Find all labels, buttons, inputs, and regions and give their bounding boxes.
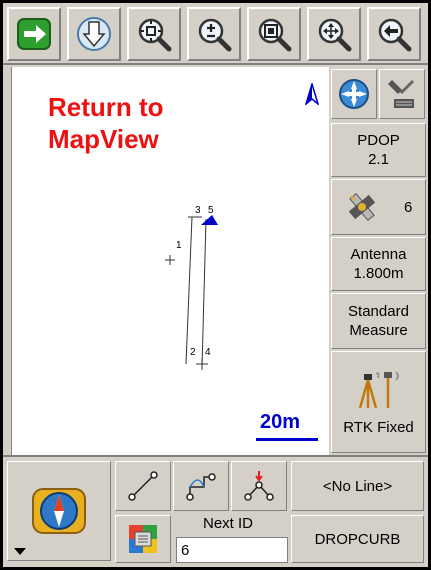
insert-vertex-icon <box>244 471 274 501</box>
magnifier-plus-minus-icon <box>198 18 232 52</box>
download-button[interactable] <box>67 7 121 61</box>
rtk-status-indicator[interactable]: RTK Fixed <box>331 351 426 453</box>
point-label-4: 4 <box>205 347 211 358</box>
zoom-extents-button[interactable] <box>127 7 181 61</box>
point-label-3: 3 <box>195 205 201 216</box>
feature-code-label: DROPCURB <box>314 530 401 548</box>
bottom-toolbar: <No Line> Next ID DROPCURB <box>3 455 428 567</box>
code-list-button[interactable] <box>115 515 171 563</box>
back-button[interactable] <box>367 7 421 61</box>
magnifier-extents-icon <box>138 18 172 52</box>
next-id-label: Next ID <box>203 515 254 532</box>
line-select-dropdown[interactable]: <No Line> <box>291 461 424 511</box>
navigation-button[interactable] <box>7 461 111 561</box>
polyline-curve-icon <box>186 473 216 501</box>
zoom-window-button[interactable] <box>247 7 301 61</box>
crosshair-target-icon <box>339 79 369 109</box>
satellite-tools-icon <box>387 79 415 108</box>
point-marker-4 <box>196 358 208 370</box>
draw-line-button[interactable] <box>115 461 171 511</box>
satellite-count-indicator[interactable]: 6 <box>331 179 426 235</box>
magnifier-back-arrow-icon <box>378 18 412 52</box>
magnifier-window-icon <box>258 18 292 52</box>
color-code-list-icon <box>129 525 157 553</box>
pan-button[interactable] <box>307 7 361 61</box>
pdop-indicator[interactable]: PDOP 2.1 <box>331 123 426 177</box>
rtk-status-label: RTK Fixed <box>343 418 414 436</box>
top-toolbar <box>3 3 428 65</box>
antenna-label: Antenna <box>350 246 407 263</box>
pdop-value: 2.1 <box>368 151 389 168</box>
antenna-height-indicator[interactable]: Antenna 1.800m <box>331 237 426 291</box>
map-view[interactable]: Return to MapView 1 2 3 4 5 20m <box>11 67 329 455</box>
satellite-icon <box>348 192 375 222</box>
return-arrow-button[interactable] <box>7 7 61 61</box>
measure-mode-button[interactable]: Standard Measure <box>331 293 426 349</box>
next-id-input[interactable] <box>176 537 288 563</box>
pdop-label: PDOP <box>357 132 400 149</box>
green-right-arrow-icon <box>17 18 51 50</box>
survey-line-2 <box>201 218 207 368</box>
antenna-height: 1.800m <box>353 265 404 282</box>
line-segment-icon <box>128 471 158 501</box>
magnifier-pan-icon <box>318 18 352 52</box>
current-position-icon <box>201 215 218 225</box>
satellite-count: 6 <box>403 198 413 216</box>
point-label-5: 5 <box>208 205 214 216</box>
measure-mode-line1: Standard <box>348 303 409 320</box>
insert-vertex-button[interactable] <box>231 461 287 511</box>
rtk-tripod-icon <box>358 370 399 408</box>
zoom-in-out-button[interactable] <box>187 7 241 61</box>
dropdown-arrow-icon[interactable] <box>13 547 27 556</box>
survey-plot: 1 2 3 4 5 <box>165 205 218 370</box>
line-select-value: <No Line> <box>322 477 393 495</box>
scale-bar <box>256 438 318 441</box>
scale-label: 20m <box>260 411 301 433</box>
survey-line-1 <box>185 216 193 365</box>
draw-curve-button[interactable] <box>173 461 229 511</box>
point-label-1: 1 <box>176 240 182 251</box>
gnss-settings-button[interactable] <box>379 69 425 119</box>
feature-code-button[interactable]: DROPCURB <box>291 515 424 563</box>
point-label-2: 2 <box>190 347 196 358</box>
status-panel: PDOP 2.1 6 Antenna 1.800m Standard Measu… <box>329 67 428 455</box>
down-arrow-tray-icon <box>77 17 111 51</box>
compass-button[interactable] <box>331 69 377 119</box>
measure-mode-line2: Measure <box>349 322 408 339</box>
point-marker-1 <box>165 255 175 265</box>
compass-globe-icon <box>32 488 86 534</box>
